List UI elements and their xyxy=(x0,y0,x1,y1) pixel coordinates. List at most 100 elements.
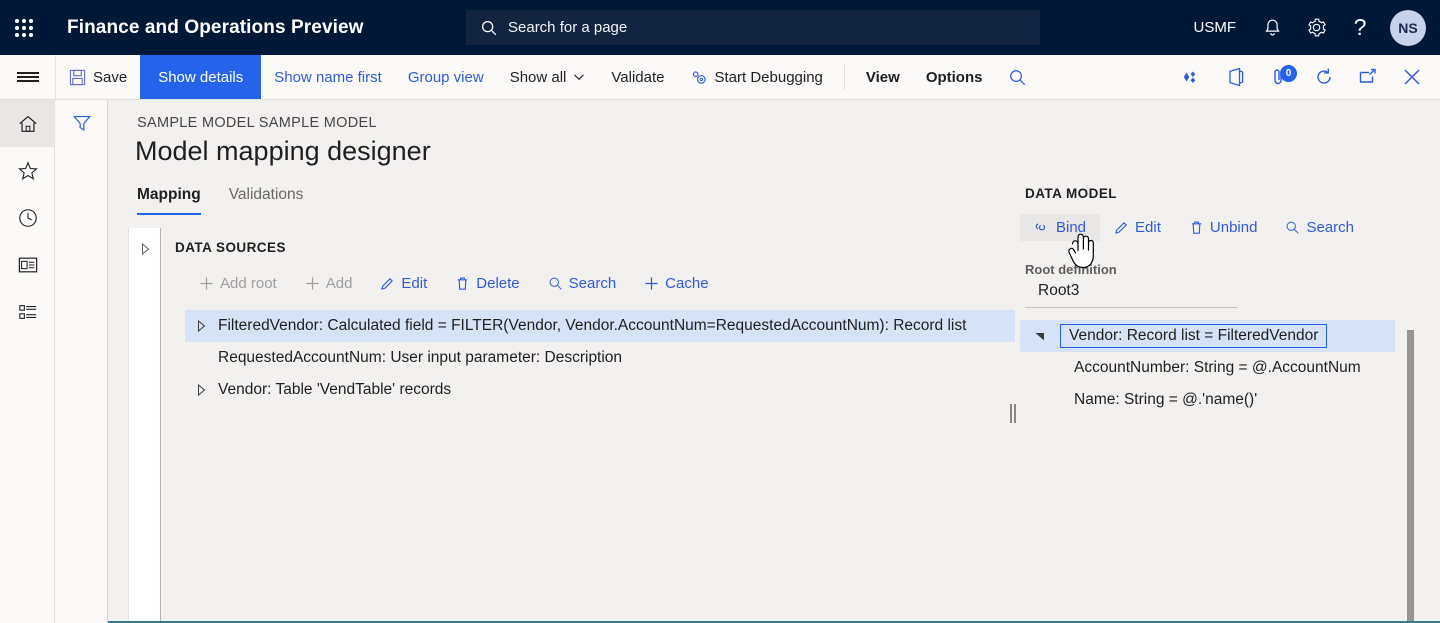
tree-item-label: RequestedAccountNum: User input paramete… xyxy=(218,349,623,366)
bind-label: Bind xyxy=(1056,219,1087,236)
search-datamodel-button[interactable]: Search xyxy=(1271,214,1368,241)
search-datasource-label: Search xyxy=(568,275,617,292)
hamburger-icon[interactable] xyxy=(0,55,56,99)
chevron-down-icon[interactable] xyxy=(1020,331,1060,342)
data-model-toolbar: Bind Edit Unbind Search xyxy=(1020,214,1368,241)
chevron-right-icon[interactable] xyxy=(185,320,218,332)
add-label: Add xyxy=(325,275,353,292)
tree-item-label: FilteredVendor: Calculated field = FILTE… xyxy=(218,317,967,334)
show-all-label: Show all xyxy=(509,68,567,86)
tab-mapping[interactable]: Mapping xyxy=(137,186,201,215)
unbind-button[interactable]: Unbind xyxy=(1175,214,1272,241)
command-bar-buttons: Save Show details Show name first Group … xyxy=(56,55,1039,99)
cache-button[interactable]: Cache xyxy=(630,270,722,297)
trash-icon xyxy=(458,277,468,290)
plus-icon xyxy=(306,277,319,290)
popout-icon[interactable] xyxy=(1346,55,1390,99)
validate-button[interactable]: Validate xyxy=(598,55,677,99)
company-selector[interactable]: USMF xyxy=(1180,19,1251,36)
modules-icon xyxy=(18,304,36,319)
application-window: Finance and Operations Preview Search fo… xyxy=(0,0,1440,623)
root-definition-label: Root definition xyxy=(1025,262,1117,277)
tree-item[interactable]: Vendor: Table 'VendTable' records xyxy=(185,374,1014,406)
search-icon[interactable] xyxy=(995,55,1039,99)
tree-item[interactable]: AccountNumber: String = @.AccountNum xyxy=(1020,352,1440,384)
chevron-right-icon[interactable] xyxy=(185,384,218,396)
view-menu[interactable]: View xyxy=(853,55,913,99)
data-sources-panel: DATA SOURCES Add root Add Edit Delete Se… xyxy=(161,228,1015,621)
add-root-label: Add root xyxy=(220,275,277,292)
edit-datamodel-button[interactable]: Edit xyxy=(1100,214,1175,241)
root-definition-field[interactable]: Root3 xyxy=(1025,278,1237,308)
sidebar-item-modules[interactable] xyxy=(0,288,55,335)
sidebar-item-workspaces[interactable] xyxy=(0,241,55,288)
bell-icon[interactable] xyxy=(1250,0,1294,55)
save-button-label: Save xyxy=(93,68,128,86)
show-all-dropdown[interactable]: Show all xyxy=(497,55,599,99)
data-model-panel: DATA MODEL Bind Edit Unbind Search Root … xyxy=(1020,170,1440,621)
search-datasource-button[interactable]: Search xyxy=(534,270,631,297)
filter-strip xyxy=(55,100,108,623)
show-details-button[interactable]: Show details xyxy=(140,55,262,99)
tree-item-label: Vendor: Record list = FilteredVendor xyxy=(1060,324,1328,348)
show-name-first-button[interactable]: Show name first xyxy=(261,55,395,99)
sidebar-item-favorites[interactable] xyxy=(0,147,55,194)
avatar[interactable]: NS xyxy=(1390,9,1426,46)
unbind-label: Unbind xyxy=(1209,219,1258,236)
plus-icon xyxy=(200,277,213,290)
show-name-first-label: Show name first xyxy=(274,68,382,86)
view-menu-label: View xyxy=(865,68,900,86)
tree-item-label: Name: String = @.'name()' xyxy=(1074,391,1258,408)
sidebar-item-home[interactable] xyxy=(0,100,55,147)
add-root-button[interactable]: Add root xyxy=(185,270,291,297)
command-bar: Save Show details Show name first Group … xyxy=(0,55,1440,100)
star-icon xyxy=(17,160,38,180)
options-menu[interactable]: Options xyxy=(913,55,996,99)
gear-icon[interactable] xyxy=(1294,0,1338,55)
group-view-button[interactable]: Group view xyxy=(395,55,497,99)
trash-icon xyxy=(1191,221,1202,234)
pane-splitter[interactable] xyxy=(1006,400,1020,426)
tree-item[interactable]: FilteredVendor: Calculated field = FILTE… xyxy=(185,310,1015,342)
link-icon xyxy=(1035,223,1046,231)
scrollbar-thumb[interactable] xyxy=(1407,330,1414,621)
data-model-header: DATA MODEL xyxy=(1025,186,1117,201)
sidebar-item-recent[interactable] xyxy=(0,194,55,241)
filter-button[interactable] xyxy=(55,100,108,146)
waffle-grid-icon[interactable] xyxy=(0,0,48,55)
add-button[interactable]: Add xyxy=(291,270,367,297)
filter-icon xyxy=(72,115,91,131)
cache-label: Cache xyxy=(665,275,709,292)
attachments-badge: 0 xyxy=(1280,65,1297,82)
chevron-right-icon[interactable] xyxy=(140,242,151,260)
tree-item-label: Vendor: Table 'VendTable' records xyxy=(218,381,452,398)
main-content: SAMPLE MODEL SAMPLE MODEL Model mapping … xyxy=(108,100,1440,623)
edit-datasource-label: Edit xyxy=(401,275,428,292)
office-icon[interactable] xyxy=(1214,55,1258,99)
edit-datasource-button[interactable]: Edit xyxy=(366,270,441,297)
clock-icon xyxy=(18,208,37,227)
vertical-scrollbar[interactable] xyxy=(1407,320,1414,621)
close-icon[interactable] xyxy=(1390,55,1434,99)
group-view-label: Group view xyxy=(407,68,484,86)
start-debugging-button[interactable]: Start Debugging xyxy=(677,55,835,99)
refresh-icon[interactable] xyxy=(1302,55,1346,99)
home-icon xyxy=(18,115,37,132)
global-search-input[interactable]: Search for a page xyxy=(466,10,1040,45)
tab-validations[interactable]: Validations xyxy=(229,186,304,215)
attachments-icon[interactable]: 0 xyxy=(1258,55,1302,99)
plus-icon xyxy=(645,277,658,290)
page-title: Model mapping designer xyxy=(135,136,431,166)
tree-item[interactable]: Name: String = @.'name()' xyxy=(1020,384,1440,416)
tree-item[interactable]: Vendor: Record list = FilteredVendor xyxy=(1020,320,1395,352)
bind-button[interactable]: Bind xyxy=(1020,214,1101,241)
chevron-down-icon xyxy=(574,74,585,81)
tree-item[interactable]: RequestedAccountNum: User input paramete… xyxy=(185,342,1014,374)
panel-collapse-gutter xyxy=(128,228,161,621)
delete-datasource-button[interactable]: Delete xyxy=(441,270,533,297)
diamonds-icon[interactable] xyxy=(1170,55,1214,99)
save-button[interactable]: Save xyxy=(56,55,140,99)
question-mark-icon[interactable]: ? xyxy=(1338,0,1382,55)
top-bar-right-group: USMF ? NS xyxy=(1180,0,1440,55)
app-title: Finance and Operations Preview xyxy=(67,16,364,38)
